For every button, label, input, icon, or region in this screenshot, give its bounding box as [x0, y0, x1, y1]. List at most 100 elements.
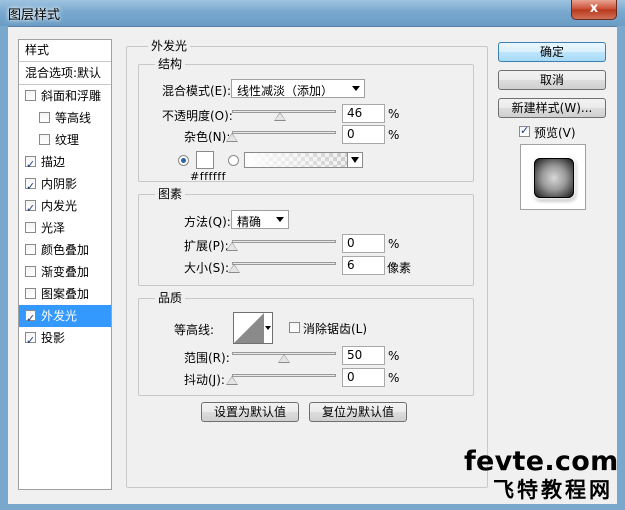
style-item-5[interactable]: 内发光	[19, 195, 111, 220]
style-item-checkbox[interactable]	[25, 154, 36, 176]
glow-color-hex: #ffffff	[190, 170, 226, 183]
noise-unit: %	[388, 128, 400, 142]
gradient-dropdown-button[interactable]	[347, 152, 363, 168]
style-item-checkbox[interactable]	[25, 90, 36, 101]
noise-label: 杂色(N):	[184, 130, 231, 144]
new-style-button[interactable]: 新建样式(W)...	[498, 98, 606, 118]
style-item-2[interactable]: 纹理	[19, 129, 111, 151]
style-item-9[interactable]: 图案叠加	[19, 283, 111, 305]
opacity-label: 不透明度(O):	[162, 109, 233, 123]
jitter-slider[interactable]	[232, 374, 336, 377]
style-item-checkbox[interactable]	[25, 308, 36, 330]
spread-label: 扩展(P):	[184, 239, 229, 253]
jitter-label: 抖动(J):	[184, 373, 225, 387]
outer-glow-title: 外发光	[148, 37, 191, 54]
chevron-down-icon	[352, 86, 360, 91]
style-item-checkbox[interactable]	[39, 112, 50, 123]
style-item-label: 内阴影	[41, 177, 78, 191]
jitter-unit: %	[388, 371, 400, 385]
style-item-7[interactable]: 颜色叠加	[19, 239, 111, 261]
blend-options-item[interactable]: 混合选项:默认	[19, 62, 111, 85]
opacity-input[interactable]: 46	[342, 104, 385, 123]
range-label: 范围(R):	[184, 351, 230, 365]
style-item-checkbox[interactable]	[25, 288, 36, 299]
jitter-slider-thumb[interactable]	[226, 376, 238, 385]
style-item-checkbox[interactable]	[25, 244, 36, 255]
style-item-label: 投影	[41, 331, 66, 345]
style-item-1[interactable]: 等高线	[19, 107, 111, 129]
size-input[interactable]: 6	[342, 256, 385, 275]
contour-linear-icon	[234, 313, 264, 343]
noise-slider[interactable]	[232, 131, 336, 134]
size-slider-thumb[interactable]	[228, 264, 241, 273]
style-items: 斜面和浮雕等高线纹理描边内阴影内发光光泽颜色叠加渐变叠加图案叠加外发光投影	[19, 85, 111, 352]
jitter-input[interactable]: 0	[342, 368, 385, 387]
style-item-label: 图案叠加	[41, 287, 90, 301]
noise-input[interactable]: 0	[342, 125, 385, 144]
blend-mode-value: 线性减淡（添加）	[237, 84, 334, 98]
blend-mode-dropdown[interactable]: 线性减淡（添加）	[231, 79, 365, 98]
contour-dropdown-button[interactable]	[264, 312, 273, 344]
style-item-label: 颜色叠加	[41, 243, 90, 257]
style-item-label: 外发光	[41, 309, 78, 323]
style-item-label: 描边	[41, 155, 66, 169]
spread-slider-thumb[interactable]	[226, 242, 238, 251]
opacity-slider-thumb[interactable]	[273, 112, 286, 121]
style-item-checkbox[interactable]	[39, 134, 50, 145]
blend-mode-label: 混合模式(E):	[162, 84, 231, 98]
spread-unit: %	[388, 237, 400, 251]
style-item-8[interactable]: 渐变叠加	[19, 261, 111, 283]
quality-title: 品质	[155, 289, 186, 306]
contour-label: 等高线:	[174, 323, 215, 337]
style-item-checkbox[interactable]	[25, 222, 36, 233]
style-item-checkbox[interactable]	[25, 198, 36, 220]
window-title: 图层样式	[8, 8, 61, 23]
close-button[interactable]: x	[571, 0, 617, 20]
size-unit: 像素	[387, 261, 412, 275]
style-item-3[interactable]: 描边	[19, 151, 111, 176]
technique-value: 精确	[237, 215, 262, 229]
preview-checkbox[interactable]	[519, 124, 530, 137]
style-item-label: 光泽	[41, 221, 66, 235]
technique-label: 方法(Q):	[184, 215, 231, 229]
style-item-checkbox[interactable]	[25, 330, 36, 352]
range-unit: %	[388, 349, 400, 363]
spread-slider[interactable]	[232, 240, 336, 243]
style-list-header[interactable]: 样式	[19, 40, 111, 62]
style-item-label: 纹理	[55, 133, 80, 147]
make-default-button[interactable]: 设置为默认值	[201, 402, 299, 422]
gradient-radio[interactable]	[228, 155, 239, 166]
solid-color-radio[interactable]	[178, 155, 189, 166]
spread-input[interactable]: 0	[342, 234, 385, 253]
style-list: 样式 混合选项:默认 斜面和浮雕等高线纹理描边内阴影内发光光泽颜色叠加渐变叠加图…	[18, 39, 112, 490]
gradient-picker[interactable]	[244, 152, 348, 168]
size-slider[interactable]	[232, 262, 336, 265]
style-item-checkbox[interactable]	[25, 176, 36, 198]
technique-dropdown[interactable]: 精确	[231, 210, 289, 229]
style-item-label: 内发光	[41, 199, 78, 213]
style-item-label: 等高线	[55, 111, 92, 125]
elements-title: 图素	[155, 185, 186, 202]
style-item-11[interactable]: 投影	[19, 327, 111, 352]
style-item-10[interactable]: 外发光	[19, 305, 111, 330]
range-slider-thumb[interactable]	[278, 354, 290, 363]
title-bar: 图层样式 x	[0, 0, 625, 27]
contour-preview[interactable]	[233, 312, 265, 344]
window-frame-right	[617, 26, 625, 510]
opacity-unit: %	[388, 107, 400, 121]
noise-slider-thumb[interactable]	[226, 133, 238, 142]
style-item-6[interactable]: 光泽	[19, 217, 111, 239]
range-input[interactable]: 50	[342, 346, 385, 365]
ok-button[interactable]: 确定	[498, 42, 606, 62]
window-frame-left	[0, 26, 8, 510]
antialias-checkbox[interactable]	[289, 322, 300, 333]
size-label: 大小(S):	[184, 261, 230, 275]
style-item-checkbox[interactable]	[25, 266, 36, 277]
style-item-0[interactable]: 斜面和浮雕	[19, 85, 111, 107]
glow-color-swatch[interactable]	[196, 151, 214, 169]
reset-default-button[interactable]: 复位为默认值	[309, 402, 407, 422]
style-item-label: 渐变叠加	[41, 265, 90, 279]
cancel-button[interactable]: 取消	[498, 70, 606, 90]
antialias-label: 消除锯齿(L)	[303, 322, 368, 336]
style-item-4[interactable]: 内阴影	[19, 173, 111, 198]
